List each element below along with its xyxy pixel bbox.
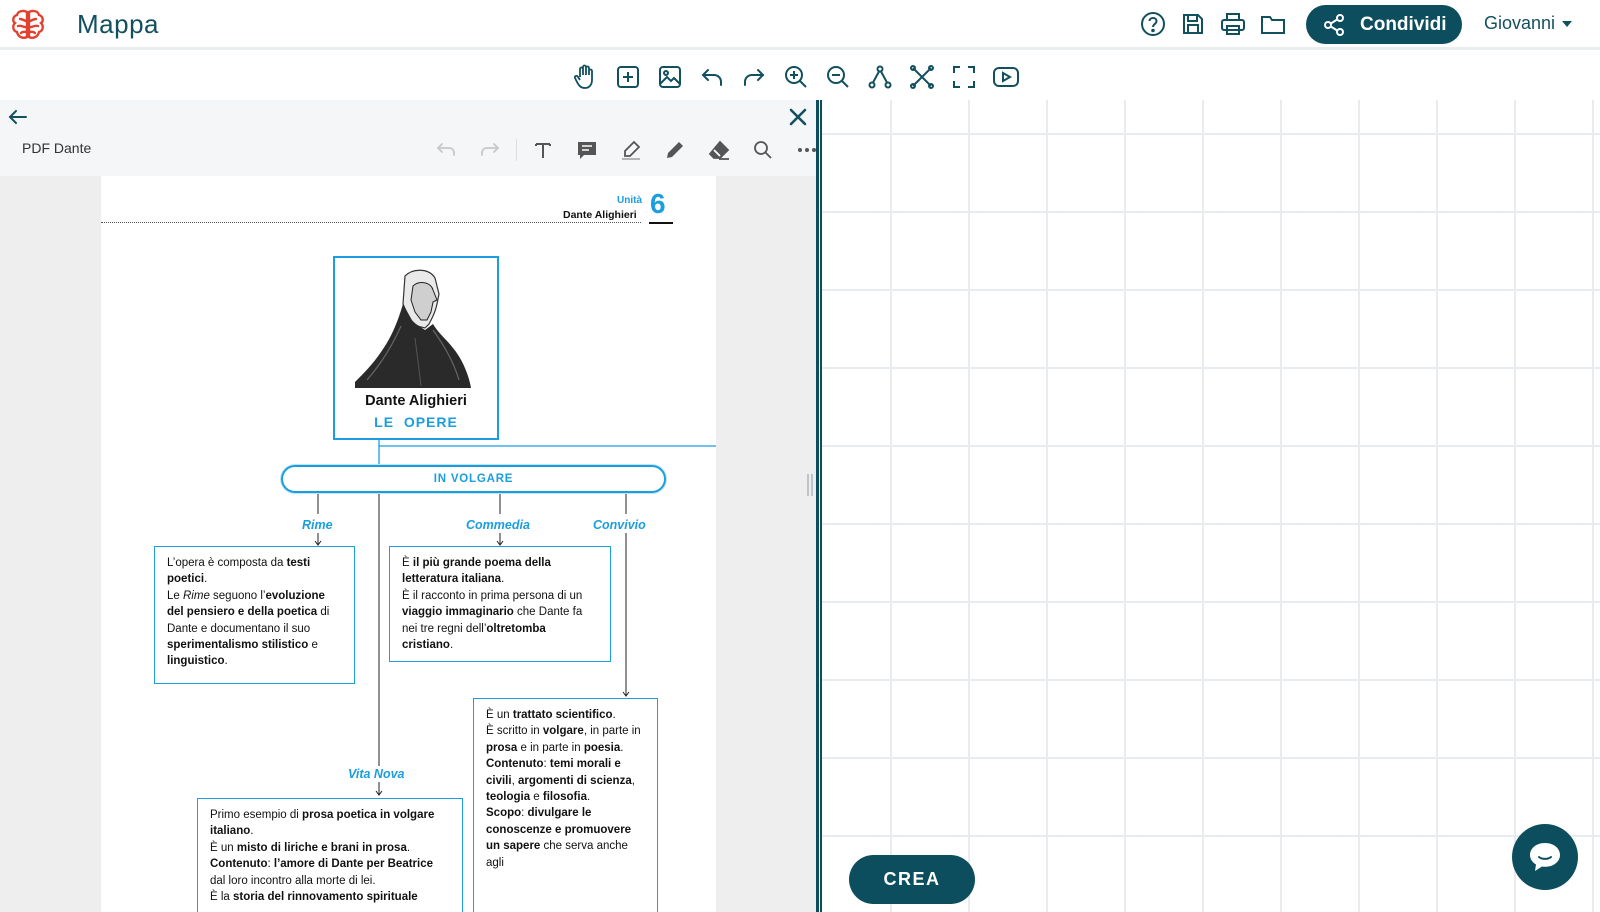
works-subtitle: LE OPERE <box>374 414 458 430</box>
author-card: Dante Alighieri LE OPERE <box>333 256 499 440</box>
dante-portrait-image <box>353 264 481 388</box>
share-label: Condividi <box>1360 13 1447 35</box>
chat-bubble-icon <box>1530 843 1560 871</box>
commedia-description: È il più grande poema della letteratura … <box>389 546 611 662</box>
image-icon[interactable] <box>654 61 685 92</box>
zoom-in-icon[interactable] <box>780 61 811 92</box>
brain-logo-icon[interactable] <box>10 8 46 42</box>
folder-icon[interactable] <box>1258 8 1288 40</box>
close-icon[interactable] <box>784 104 812 132</box>
fit-icon[interactable] <box>906 61 937 92</box>
branch-label-rime: Rime <box>302 518 333 532</box>
search-icon[interactable] <box>741 136 785 164</box>
pdf-page: Unità Dante Alighieri 6 Dante Alighieri … <box>101 176 716 912</box>
more-options-icon[interactable] <box>785 136 816 164</box>
pencil-icon[interactable] <box>653 136 697 164</box>
hand-icon[interactable] <box>570 61 601 92</box>
add-node-icon[interactable] <box>612 61 643 92</box>
chat-support-button[interactable] <box>1512 824 1578 890</box>
redo-icon[interactable] <box>738 61 769 92</box>
pdf-header: PDF Dante <box>0 100 816 176</box>
create-button[interactable]: CREA <box>849 855 975 904</box>
help-icon[interactable] <box>1138 8 1168 40</box>
share-icon <box>1324 13 1344 36</box>
pdf-document-name: PDF Dante <box>22 140 92 156</box>
fullscreen-icon[interactable] <box>948 61 979 92</box>
convivio-description: È un trattato scientifico. È scritto in v… <box>473 698 658 912</box>
zoom-out-icon[interactable] <box>822 61 853 92</box>
app-title: Mappa <box>77 9 159 39</box>
map-toolbar <box>0 53 1600 100</box>
undo-icon[interactable] <box>696 61 727 92</box>
resize-handle-icon[interactable] <box>805 474 815 496</box>
branch-label-convivio: Convivio <box>593 518 646 532</box>
video-icon[interactable] <box>990 61 1021 92</box>
eraser-icon[interactable] <box>697 136 741 164</box>
user-menu[interactable]: Giovanni <box>1484 13 1573 34</box>
rime-description: L’opera è composta da testi poetici. Le R… <box>154 546 355 684</box>
pdf-panel: PDF Dante Unità Dante Alighieri 6 Dante … <box>0 100 816 912</box>
save-icon[interactable] <box>1178 8 1208 40</box>
vita-nova-description: Primo esempio di prosa poetica in volgar… <box>197 798 463 912</box>
author-name: Dante Alighieri <box>365 393 467 409</box>
highlighter-icon[interactable] <box>609 136 653 164</box>
chevron-down-icon <box>1562 20 1573 27</box>
connect-icon[interactable] <box>864 61 895 92</box>
user-name: Giovanni <box>1484 13 1556 33</box>
print-icon[interactable] <box>1218 8 1248 40</box>
category-in-volgare: IN VOLGARE <box>281 465 666 493</box>
map-canvas[interactable] <box>822 100 1600 912</box>
text-tool-icon[interactable] <box>521 136 565 164</box>
branch-label-commedia: Commedia <box>466 518 530 532</box>
pdf-redo-icon[interactable] <box>468 136 512 164</box>
share-button[interactable]: Condividi <box>1306 5 1462 44</box>
top-bar: Mappa Condividi Giovanni <box>0 0 1600 50</box>
pdf-undo-icon[interactable] <box>424 136 468 164</box>
comment-icon[interactable] <box>565 136 609 164</box>
branch-label-vita-nova: Vita Nova <box>348 767 405 781</box>
toolbar-separator <box>516 139 517 161</box>
back-arrow-icon[interactable] <box>5 105 31 131</box>
